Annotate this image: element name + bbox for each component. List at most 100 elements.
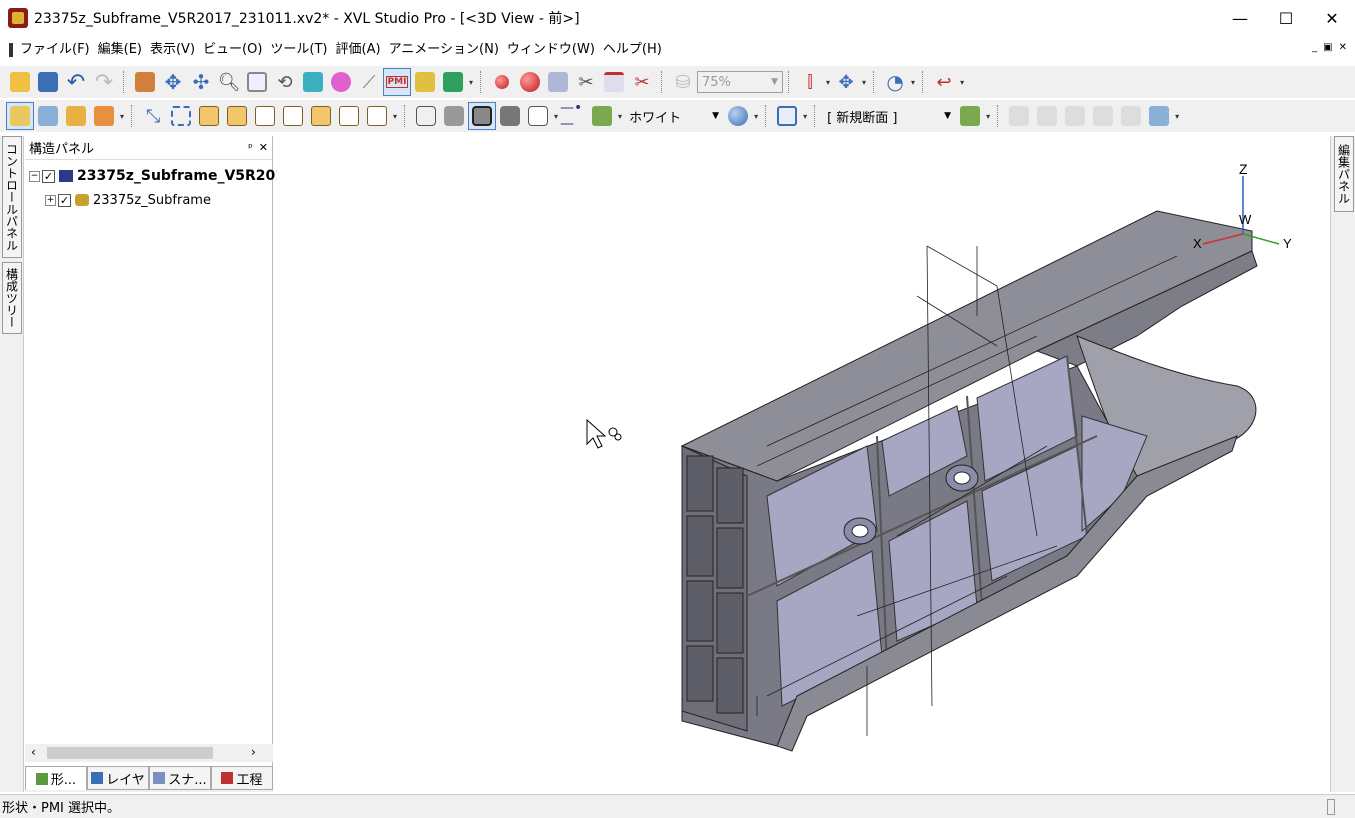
disabled-tool-5[interactable] bbox=[1117, 102, 1145, 130]
structure-panel-toggle[interactable] bbox=[6, 102, 34, 130]
zoom-window-button[interactable] bbox=[243, 68, 271, 96]
collapse-icon[interactable]: − bbox=[29, 170, 40, 182]
wireframe-button[interactable] bbox=[412, 102, 440, 130]
sphere-button[interactable] bbox=[488, 68, 516, 96]
horizontal-scrollbar[interactable]: ‹ › bbox=[25, 744, 273, 762]
balloon-button[interactable] bbox=[439, 68, 467, 96]
toolbar-grip[interactable] bbox=[788, 71, 791, 93]
tree-node-root[interactable]: − ✓ 23375z_Subframe_V5R2017_ bbox=[29, 166, 302, 186]
save-button[interactable] bbox=[34, 68, 62, 96]
view-front-button[interactable] bbox=[195, 102, 223, 130]
disabled-tool-1[interactable] bbox=[1005, 102, 1033, 130]
shaded-button[interactable] bbox=[440, 102, 468, 130]
toolbar-grip[interactable] bbox=[814, 105, 817, 127]
image-panel-toggle[interactable] bbox=[34, 102, 62, 130]
dropdown-arrow-icon[interactable]: ▾ bbox=[393, 112, 397, 121]
move-part-button[interactable]: ✥ bbox=[832, 68, 860, 96]
pmi-button[interactable]: PMI bbox=[383, 68, 411, 96]
menu-animation[interactable]: アニメーション(N) bbox=[385, 38, 503, 62]
maximize-button[interactable]: ☐ bbox=[1263, 0, 1309, 36]
toolbar-grip[interactable] bbox=[480, 71, 483, 93]
disabled-tool-3[interactable] bbox=[1061, 102, 1089, 130]
close-button[interactable]: ✕ bbox=[1309, 0, 1355, 36]
mdi-restore-icon[interactable]: ▣ bbox=[1323, 42, 1332, 53]
hidden-line-button[interactable] bbox=[496, 102, 524, 130]
toolbar-grip[interactable] bbox=[661, 71, 664, 93]
sphere-select-button[interactable] bbox=[516, 68, 544, 96]
pin-icon[interactable]: ᵖ bbox=[248, 141, 253, 154]
view-right-button[interactable] bbox=[251, 102, 279, 130]
tab-process[interactable]: 工程 bbox=[211, 766, 273, 790]
toolbar-grip[interactable] bbox=[997, 105, 1000, 127]
annotation-button[interactable] bbox=[411, 68, 439, 96]
view-back-button[interactable] bbox=[223, 102, 251, 130]
dropdown-arrow-icon[interactable]: ▾ bbox=[120, 112, 124, 121]
select-button[interactable] bbox=[299, 68, 327, 96]
section-cut-button[interactable]: ✂ bbox=[628, 68, 656, 96]
dropdown-arrow-icon[interactable]: ▾ bbox=[1175, 112, 1179, 121]
dropdown-arrow-icon[interactable]: ▾ bbox=[960, 78, 964, 87]
dropdown-arrow-icon[interactable]: ▾ bbox=[554, 112, 558, 121]
subframe-model[interactable] bbox=[680, 210, 1258, 752]
mdi-minimize-icon[interactable]: _ bbox=[1312, 42, 1317, 53]
menu-view[interactable]: ビュー(O) bbox=[199, 38, 266, 62]
tab-shape[interactable]: 形... bbox=[25, 766, 87, 790]
toolbar-grip[interactable] bbox=[873, 71, 876, 93]
visibility-checkbox[interactable]: ✓ bbox=[42, 169, 55, 183]
list-panel-toggle[interactable] bbox=[62, 102, 90, 130]
explode-button[interactable]: ⫿ bbox=[796, 68, 824, 96]
disabled-tool-2[interactable] bbox=[1033, 102, 1061, 130]
section-plane-button[interactable] bbox=[600, 68, 628, 96]
minimize-button[interactable]: — bbox=[1217, 0, 1263, 36]
lighting-button[interactable] bbox=[724, 102, 752, 130]
menu-display[interactable]: 表示(V) bbox=[146, 38, 199, 62]
return-button[interactable]: ↩ bbox=[930, 68, 958, 96]
interference-button[interactable] bbox=[544, 68, 572, 96]
toolbar-grip[interactable] bbox=[922, 71, 925, 93]
zoom-button[interactable]: 🔍︎ bbox=[215, 68, 243, 96]
layout-button[interactable] bbox=[1145, 102, 1173, 130]
measure-button[interactable]: ⟋ bbox=[355, 68, 383, 96]
section-edit-button[interactable] bbox=[956, 102, 984, 130]
cross-section-button[interactable]: ✂ bbox=[572, 68, 600, 96]
fit-all-button[interactable] bbox=[167, 102, 195, 130]
toolbar-grip[interactable] bbox=[123, 71, 126, 93]
clock-button[interactable]: ◔ bbox=[881, 68, 909, 96]
shaded-edges-button[interactable] bbox=[468, 102, 497, 130]
menu-tools[interactable]: ツール(T) bbox=[266, 38, 331, 62]
view-bottom-button[interactable] bbox=[335, 102, 363, 130]
fit-selection-button[interactable]: ⤡ bbox=[139, 102, 167, 130]
dropdown-arrow-icon[interactable]: ▾ bbox=[754, 112, 758, 121]
visibility-checkbox[interactable]: ✓ bbox=[58, 193, 71, 207]
expand-icon[interactable]: + bbox=[45, 194, 56, 206]
zoom-combo[interactable]: 75% ▼ bbox=[697, 71, 784, 93]
dropdown-arrow-icon[interactable]: ▾ bbox=[469, 78, 473, 87]
dropdown-arrow-icon[interactable]: ▾ bbox=[911, 78, 915, 87]
menu-help[interactable]: ヘルプ(H) bbox=[599, 38, 666, 62]
background-color-combo[interactable]: ホワイト ▼ bbox=[624, 105, 724, 127]
tab-snapshot[interactable]: スナ... bbox=[149, 766, 211, 790]
3d-viewport[interactable]: Z W X Y bbox=[277, 136, 1329, 792]
view-iso-button[interactable] bbox=[363, 102, 391, 130]
menu-edit[interactable]: 編集(E) bbox=[94, 38, 146, 62]
transparency-button[interactable]: ⛁ bbox=[669, 68, 697, 96]
control-panel-tab[interactable]: コントロールパネル bbox=[2, 136, 22, 258]
undo-button[interactable]: ↶ bbox=[62, 68, 90, 96]
pan-button[interactable]: ✥ bbox=[159, 68, 187, 96]
edit-panel-tab[interactable]: 編集パネル bbox=[1334, 136, 1354, 212]
scroll-thumb[interactable] bbox=[47, 747, 213, 759]
mdi-close-icon[interactable]: ✕ bbox=[1339, 42, 1347, 53]
menu-window[interactable]: ウィンドウ(W) bbox=[503, 38, 599, 62]
structure-tree-tab[interactable]: 構成ツリー bbox=[2, 262, 22, 334]
dropdown-arrow-icon[interactable]: ▾ bbox=[862, 78, 866, 87]
view-top-button[interactable] bbox=[307, 102, 335, 130]
scroll-left-icon[interactable]: ‹ bbox=[31, 745, 36, 759]
tab-layer[interactable]: レイヤ bbox=[87, 766, 149, 790]
open-button[interactable] bbox=[6, 68, 34, 96]
dropdown-arrow-icon[interactable]: ▾ bbox=[803, 112, 807, 121]
menu-file[interactable]: ファイル(F) bbox=[16, 38, 94, 62]
outline-button[interactable] bbox=[524, 102, 552, 130]
toolbar-grip[interactable] bbox=[765, 105, 768, 127]
view-left-button[interactable] bbox=[279, 102, 307, 130]
dropdown-arrow-icon[interactable]: ▾ bbox=[826, 78, 830, 87]
